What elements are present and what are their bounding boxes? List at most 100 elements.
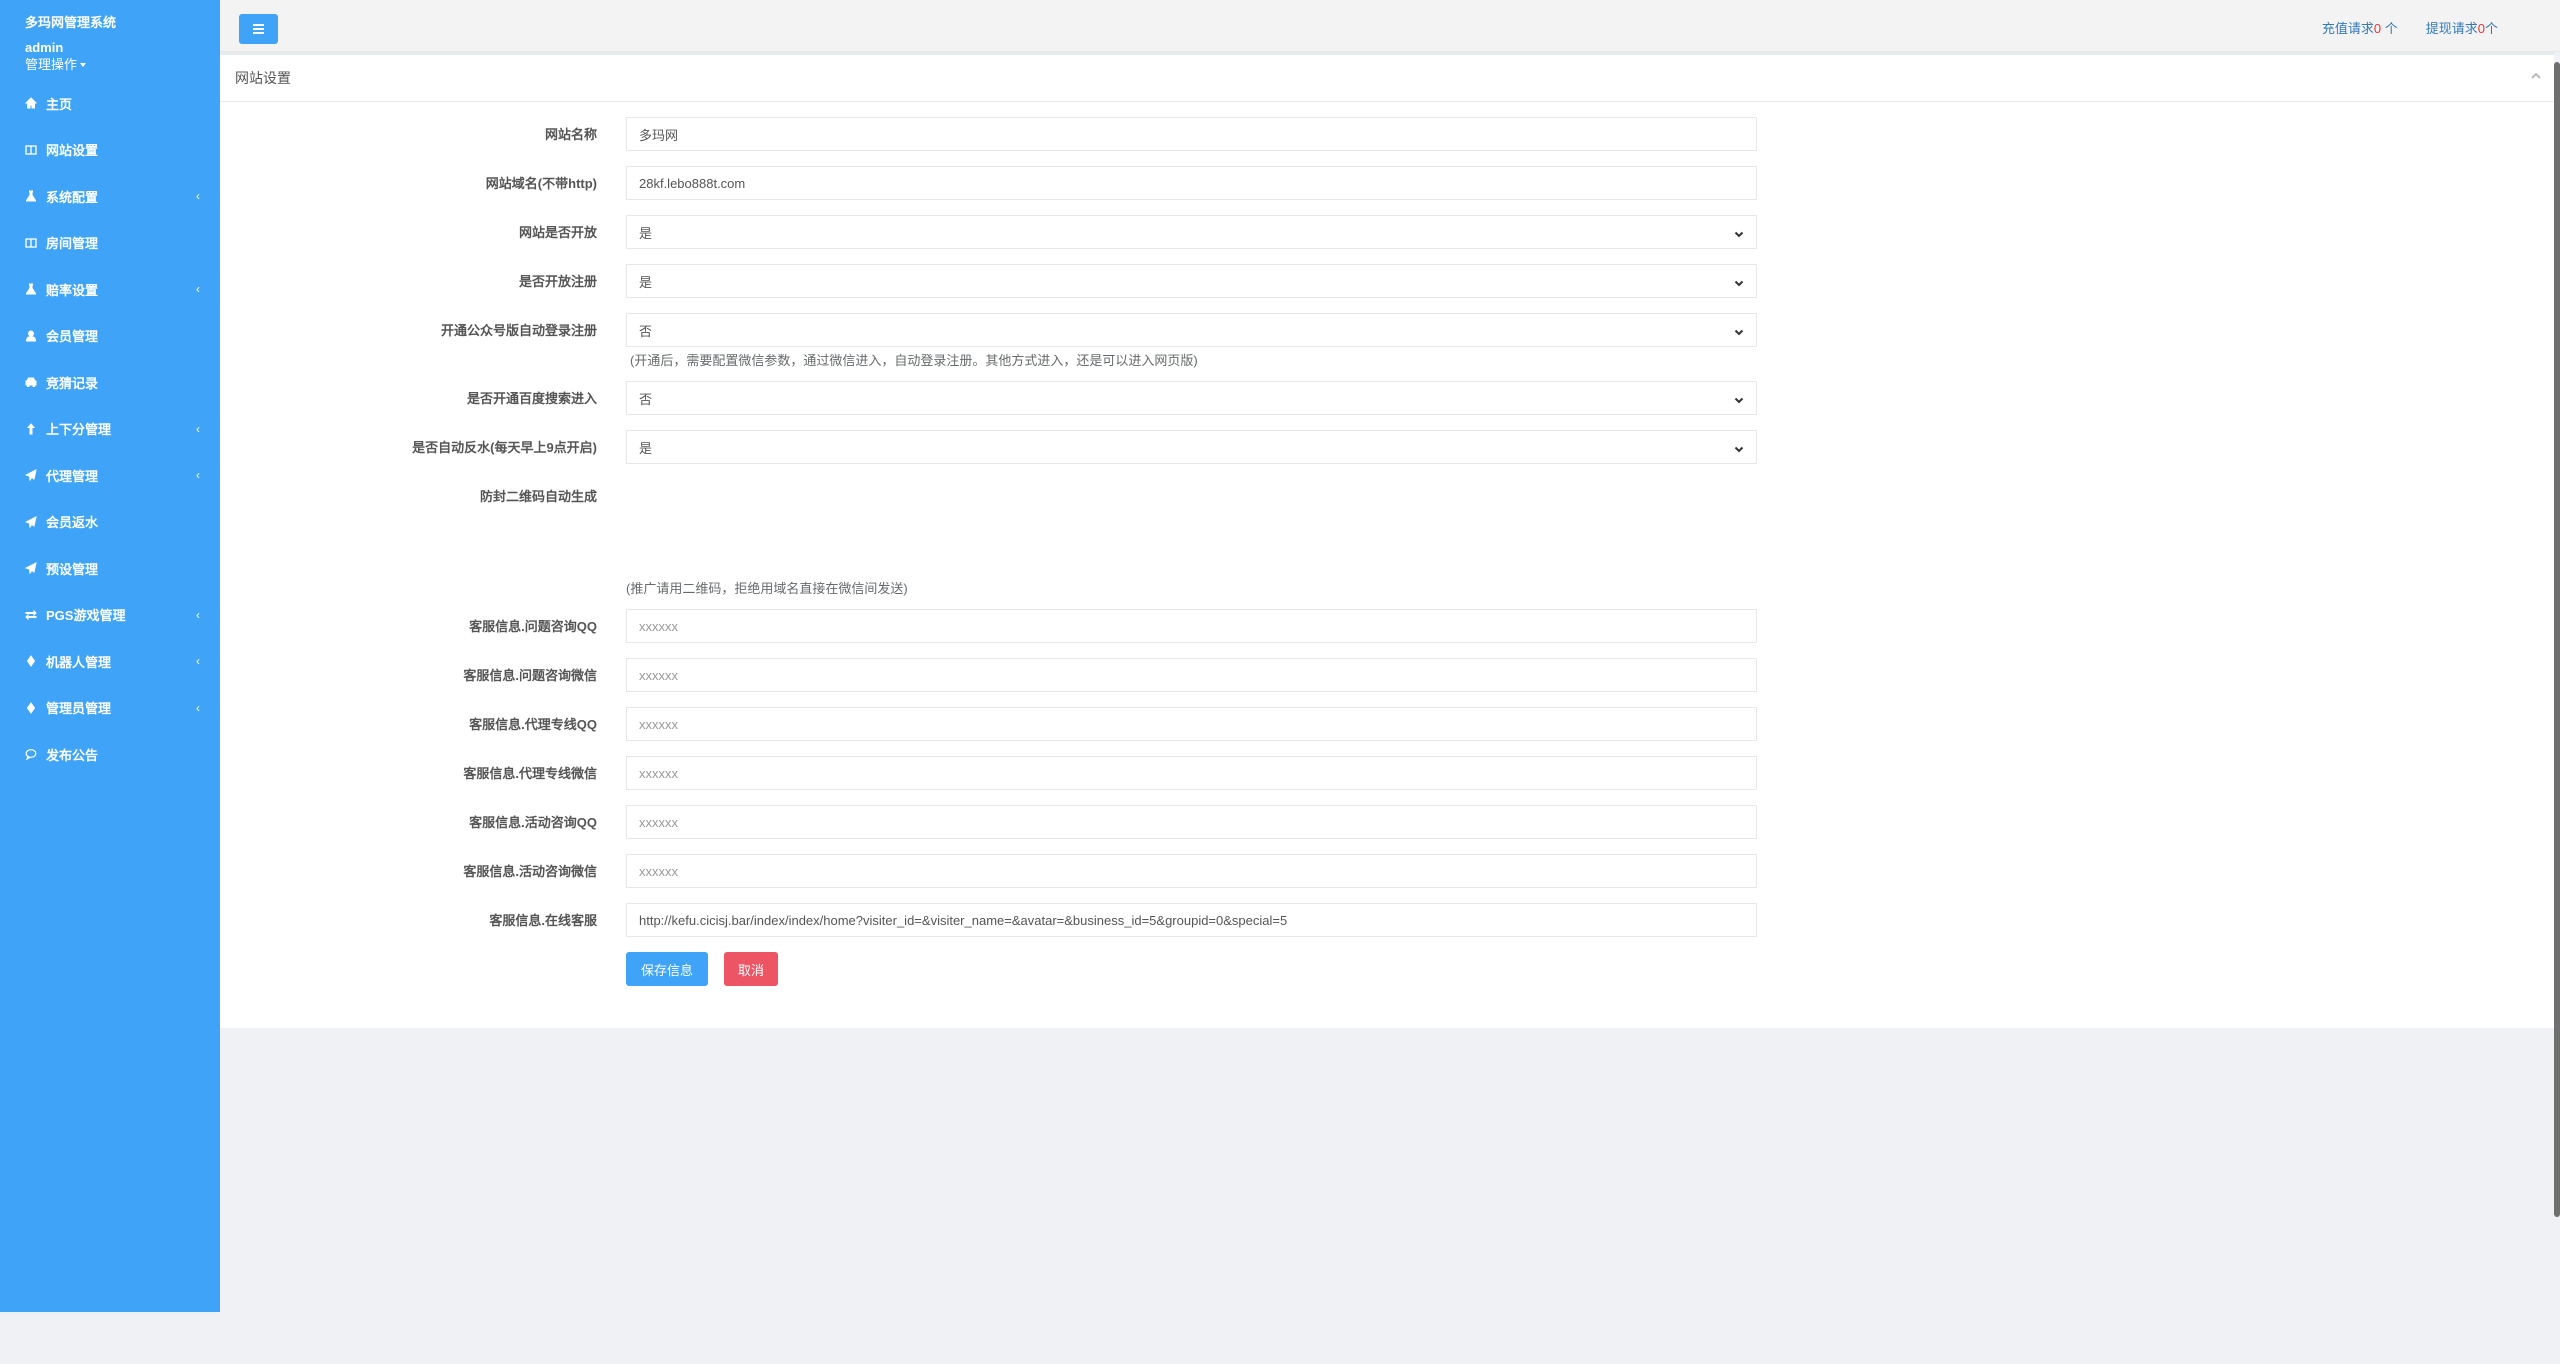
withdraw-requests-link[interactable]: 提现请求0个: [2426, 18, 2498, 37]
sidebar-item-label: 竞猜记录: [46, 375, 99, 391]
sidebar-item-label: 会员返水: [46, 515, 99, 531]
chevron-left-icon: ‹: [196, 421, 200, 436]
chevron-up-icon: [2531, 72, 2541, 79]
columns-icon: [25, 144, 37, 156]
sidebar-item-label: 主页: [46, 96, 73, 112]
cs-event-qq-label: 客服信息.活动咨询QQ: [469, 815, 597, 830]
sidebar-item-0[interactable]: 主页: [0, 80, 220, 127]
topbar: 充值请求0 个 提现请求0个: [220, 0, 2560, 52]
panel-title: 网站设置: [235, 70, 291, 86]
qrcode-help: (推广请用二维码，拒绝用域名直接在微信间发送): [626, 581, 908, 596]
cs-agent-qq-input[interactable]: [626, 707, 1757, 741]
sidebar-item-8[interactable]: 代理管理 ‹: [0, 452, 220, 499]
recharge-label: 充值请求: [2321, 21, 2374, 36]
sidebar-item-13[interactable]: 管理员管理 ‹: [0, 685, 220, 732]
caret-down-icon: [80, 63, 87, 67]
page-scrollbar[interactable]: [2554, 52, 2560, 1364]
admin-ops-dropdown[interactable]: 管理操作: [25, 57, 87, 73]
sidebar-item-14[interactable]: 发布公告: [0, 731, 220, 778]
chevron-down-icon: [1734, 325, 1744, 336]
qrcode-label: 防封二维码自动生成: [479, 489, 597, 504]
recharge-unit: 个: [2381, 21, 2398, 36]
sidebar-item-3[interactable]: 房间管理: [0, 220, 220, 267]
register-open-label: 是否开放注册: [518, 274, 597, 289]
sidebar-item-2[interactable]: 系统配置 ‹: [0, 173, 220, 220]
user-icon: [25, 330, 37, 342]
wechat-auto-select[interactable]: 否: [626, 313, 1757, 347]
chevron-down-icon: [1734, 227, 1744, 238]
chevron-left-icon: ‹: [196, 607, 200, 622]
chevron-left-icon: ‹: [196, 189, 200, 204]
chevron-down-icon: [1734, 442, 1744, 453]
sidebar-item-6[interactable]: 竞猜记录: [0, 359, 220, 406]
collapse-panel-button[interactable]: [2530, 69, 2542, 87]
recharge-requests-link[interactable]: 充值请求0 个: [2322, 18, 2398, 37]
cs-issue-wechat-label: 客服信息.问题咨询微信: [463, 668, 597, 683]
username: admin: [25, 40, 64, 55]
sidebar-item-label: 机器人管理: [46, 654, 112, 670]
sidebar-toggle-button[interactable]: [239, 14, 278, 44]
sidebar-item-4[interactable]: 赔率设置 ‹: [0, 266, 220, 313]
sidebar-item-label: 赔率设置: [46, 282, 99, 298]
site-open-select[interactable]: 是: [626, 215, 1757, 249]
chevron-left-icon: ‹: [196, 468, 200, 483]
chevron-left-icon: ‹: [196, 654, 200, 669]
sidebar-item-label: 系统配置: [46, 189, 99, 205]
home-icon: [25, 97, 37, 109]
cs-agent-wechat-label: 客服信息.代理专线微信: [463, 766, 597, 781]
withdraw-count: 0: [2477, 21, 2485, 36]
cancel-button[interactable]: 取消: [724, 952, 778, 986]
comment-icon: [25, 748, 37, 761]
sidebar: 多玛网管理系统 admin 管理操作 主页 网站设置 系统配置 ‹ 房间管理 赔率设置 ‹ 会…: [0, 0, 220, 1312]
site-domain-input[interactable]: [626, 166, 1757, 200]
chevron-left-icon: ‹: [196, 700, 200, 715]
sidebar-item-label: 网站设置: [46, 143, 99, 159]
system-title: 多玛网管理系统: [25, 15, 117, 30]
sidebar-item-11[interactable]: PGS游戏管理 ‹: [0, 592, 220, 639]
sidebar-item-9[interactable]: 会员返水: [0, 499, 220, 546]
sidebar-item-5[interactable]: 会员管理: [0, 313, 220, 360]
sidebar-item-label: 预设管理: [46, 561, 99, 577]
sidebar-menu: 主页 网站设置 系统配置 ‹ 房间管理 赔率设置 ‹ 会员管理 竞猜记录 上下分管理 ‹ 代理管理 ‹ 会…: [0, 80, 220, 778]
cs-issue-qq-input[interactable]: [626, 609, 1757, 643]
cs-online-input[interactable]: [626, 903, 1757, 937]
auto-rebate-select[interactable]: 是: [626, 430, 1757, 464]
site-name-input[interactable]: [626, 117, 1757, 151]
baidu-search-select[interactable]: 否: [626, 381, 1757, 415]
paper-plane-icon: [25, 515, 37, 528]
car-icon: [25, 376, 37, 388]
sidebar-item-12[interactable]: 机器人管理 ‹: [0, 638, 220, 685]
withdraw-unit: 个: [2484, 21, 2498, 36]
sidebar-item-label: 会员管理: [46, 329, 99, 345]
withdraw-label: 提现请求: [2425, 21, 2478, 36]
paper-plane-icon: [25, 469, 37, 482]
chevron-down-icon: [1734, 393, 1744, 404]
menu-icon: [253, 24, 264, 34]
flask-icon: [25, 190, 37, 202]
settings-panel: 网站设置 网站名称 网站域名(不带http) 网站是否开放 是 是否开放注册 是…: [220, 52, 2554, 1028]
diamond-icon: [25, 701, 37, 714]
cs-event-wechat-label: 客服信息.活动咨询微信: [463, 864, 597, 879]
wechat-auto-value: 否: [639, 323, 653, 339]
cs-event-wechat-input[interactable]: [626, 854, 1757, 888]
cs-event-qq-input[interactable]: [626, 805, 1757, 839]
register-open-select[interactable]: 是: [626, 264, 1757, 298]
cs-agent-wechat-input[interactable]: [626, 756, 1757, 790]
sidebar-item-label: 代理管理: [46, 468, 99, 484]
site-name-label: 网站名称: [544, 127, 597, 142]
sidebar-item-7[interactable]: 上下分管理 ‹: [0, 406, 220, 453]
sidebar-item-label: 发布公告: [46, 747, 99, 763]
admin-ops-label: 管理操作: [25, 57, 78, 72]
sidebar-item-label: PGS游戏管理: [46, 608, 126, 624]
cs-agent-qq-label: 客服信息.代理专线QQ: [469, 717, 597, 732]
diamond-icon: [25, 655, 37, 668]
register-open-value: 是: [639, 274, 653, 290]
flask-icon: [25, 283, 37, 295]
save-button[interactable]: 保存信息: [626, 952, 708, 986]
sidebar-item-10[interactable]: 预设管理: [0, 545, 220, 592]
cs-issue-qq-label: 客服信息.问题咨询QQ: [469, 619, 597, 634]
sidebar-item-1[interactable]: 网站设置: [0, 127, 220, 174]
sidebar-item-label: 上下分管理: [46, 422, 112, 438]
cs-issue-wechat-input[interactable]: [626, 658, 1757, 692]
scrollbar-thumb[interactable]: [2554, 62, 2560, 1217]
